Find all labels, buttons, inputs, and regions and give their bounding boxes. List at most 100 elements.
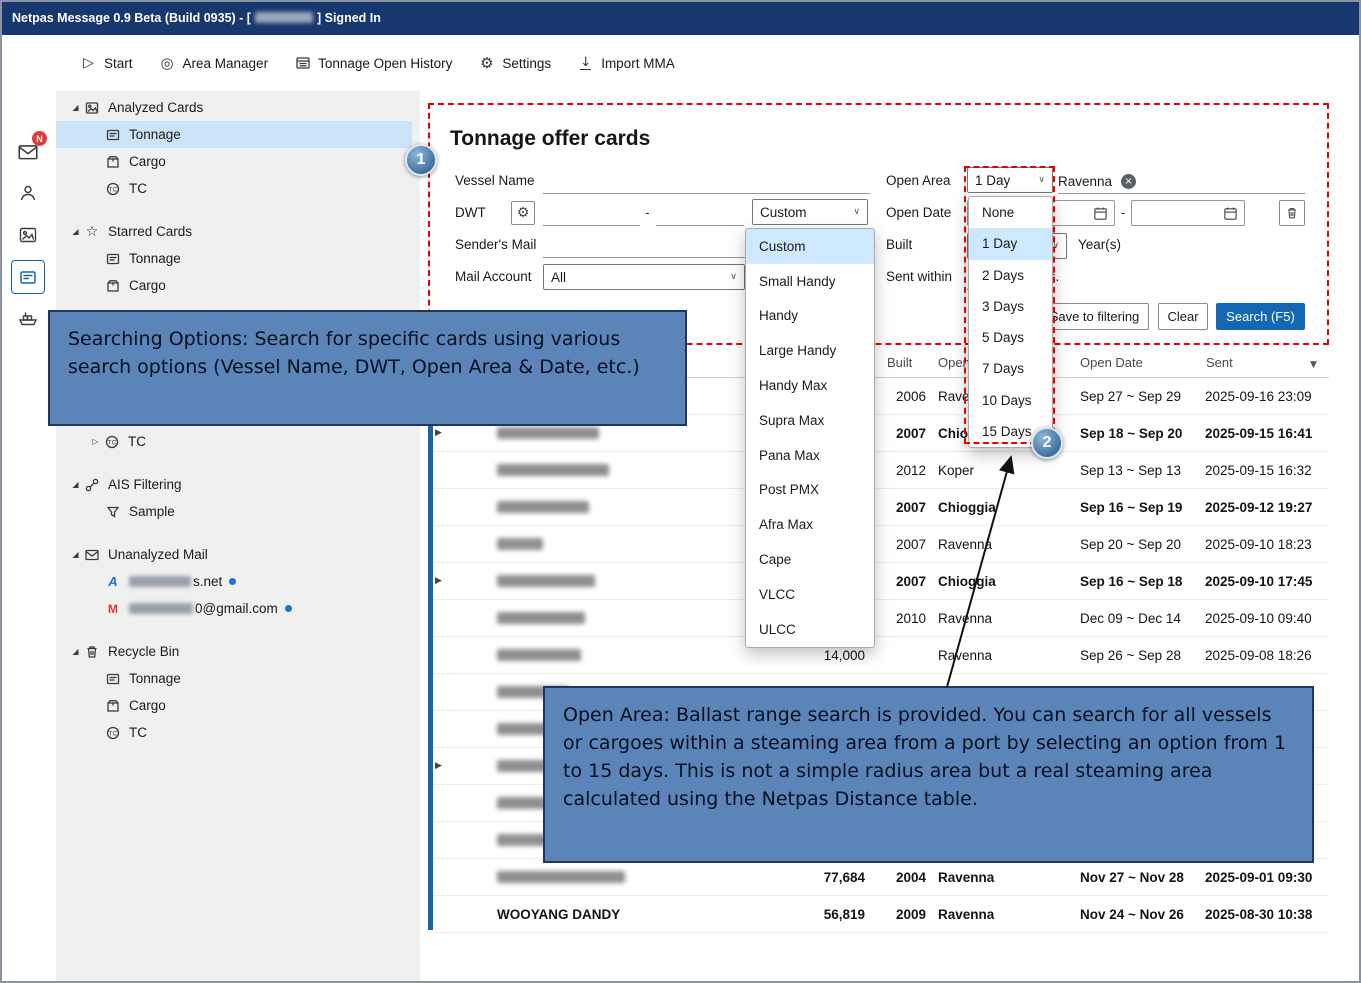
sidebar-item-tc[interactable]: ▷TCTC [56,428,412,455]
toolbar-area-manager[interactable]: ◎Area Manager [159,54,269,72]
dwt-preset-option-small-handy[interactable]: Small Handy [746,264,874,299]
dwt-preset-select[interactable]: Custom ∨ [752,199,868,225]
expanded-expander-icon[interactable]: ◢ [68,550,83,559]
toolbar-import-mma[interactable]: ↓Import MMA [577,56,675,71]
table-row[interactable]: 2012KoperSep 13 ~ Sep 132025-09-15 16:32 [433,452,1329,489]
expanded-expander-icon[interactable]: ◢ [68,480,83,489]
dwt-preset-option-large-handy[interactable]: Large Handy [746,333,874,368]
settings-icon: ⚙ [478,54,495,72]
sidebar-item-tc[interactable]: TCTC [56,175,412,202]
table-row[interactable]: 2007ChioggiaSep 16 ~ Sep 192025-09-12 19… [433,489,1329,526]
trash-icon [1285,206,1299,220]
senders-mail-label: Sender's Mail [455,237,536,252]
open-area-cell: Ravenna [938,637,992,673]
open-area-select[interactable]: 1 Day ∨ [967,167,1053,193]
redacted-account-prefix [129,576,191,587]
dwt-preset-option-handy-max[interactable]: Handy Max [746,368,874,403]
dwt-max-input[interactable] [656,202,744,226]
sidebar-item-starred-cards[interactable]: ◢☆Starred Cards [56,218,412,245]
row-expander-icon[interactable]: ▶ [435,748,442,784]
dwt-preset-option-custom[interactable]: Custom [746,229,874,264]
open-area-cell: Ravenna [938,859,994,895]
dwt-preset-option-supra-max[interactable]: Supra Max [746,403,874,438]
dwt-settings-button[interactable]: ⚙ [511,201,535,225]
open-area-option-2-days[interactable]: 2 Days [969,260,1052,291]
table-row[interactable]: 2007RavennaSep 20 ~ Sep 202025-09-10 18:… [433,526,1329,563]
table-row[interactable]: ▶2007ChioggiaSep 16 ~ Sep 182025-09-10 1… [433,563,1329,600]
mail-account-select[interactable]: All ∨ [543,264,745,290]
open-date-to-input[interactable] [1131,200,1245,226]
contacts-rail-button[interactable] [11,176,45,210]
sidebar-item-cargo[interactable]: Cargo [56,148,412,175]
sidebar-tree: ◢Analyzed CardsTonnageCargoTCTC◢☆Starred… [56,91,420,983]
cards-rail-button[interactable] [11,260,45,294]
open-area-option-1-day[interactable]: 1 Day [969,228,1052,259]
table-row[interactable]: 14,000RavennaSep 26 ~ Sep 282025-09-08 1… [433,637,1329,674]
sidebar-item-label: Tonnage [129,251,181,266]
sidebar-item-tonnage[interactable]: Tonnage [56,665,412,692]
column-header-open-date[interactable]: Open Date [1080,355,1143,370]
search-button[interactable]: Search (F5) [1216,303,1305,330]
dwt-preset-option-ulcc[interactable]: ULCC [746,612,874,647]
open-area-option-none[interactable]: None [969,197,1052,228]
a-logo-icon: A [104,574,122,589]
sidebar-item-tonnage[interactable]: Tonnage [56,121,412,148]
dwt-preset-option-afra-max[interactable]: Afra Max [746,507,874,542]
sidebar-item-0-gmail-com[interactable]: M0@gmail.com [56,595,412,622]
cargo-icon [104,278,122,294]
table-row[interactable]: 77,6842004RavennaNov 27 ~ Nov 282025-09-… [433,859,1329,896]
open-area-option-5-days[interactable]: 5 Days [969,322,1052,353]
open-area-option-3-days[interactable]: 3 Days [969,291,1052,322]
dwt-preset-option-handy[interactable]: Handy [746,299,874,334]
toolbar-tonnage-open-history[interactable]: Tonnage Open History [294,55,452,71]
vessel-name-input[interactable] [543,170,870,194]
remove-port-icon[interactable]: × [1121,174,1136,189]
dwt-min-input[interactable] [543,202,640,226]
row-expander-icon[interactable]: ▶ [435,563,442,599]
expanded-expander-icon[interactable]: ◢ [68,103,83,112]
vessel-rail-button[interactable] [11,301,45,335]
table-accent-bar [428,350,433,930]
open-area-option-7-days[interactable]: 7 Days [969,353,1052,384]
funnel-icon [104,504,122,520]
mail-rail-button[interactable]: N [11,135,45,169]
sidebar-item-tonnage[interactable]: Tonnage [56,245,412,272]
column-header-built[interactable]: Built [887,355,912,370]
date-separator: - [1121,205,1126,220]
calendar-icon [1093,206,1108,221]
open-date-cell: Sep 20 ~ Sep 20 [1080,526,1181,562]
expanded-expander-icon[interactable]: ◢ [68,647,83,656]
toolbar-label: Tonnage Open History [318,56,452,71]
open-area-port-field[interactable]: Ravenna × [1058,170,1305,194]
table-row[interactable]: 2010RavennaDec 09 ~ Dec 142025-09-10 09:… [433,600,1329,637]
collapsed-expander-icon[interactable]: ▷ [88,437,103,446]
sidebar-item-ais-filtering[interactable]: ◢AIS Filtering [56,471,412,498]
column-header-sent[interactable]: Sent [1206,355,1233,370]
open-area-option-10-days[interactable]: 10 Days [969,385,1052,416]
sidebar-item-label: Starred Cards [108,224,192,239]
sidebar-item-tc[interactable]: TCTC [56,719,412,746]
sidebar-item-unanalyzed-mail[interactable]: ◢Unanalyzed Mail [56,541,412,568]
dwt-preset-option-vlcc[interactable]: VLCC [746,577,874,612]
sort-desc-icon[interactable]: ▼ [1310,360,1317,370]
sidebar-item-cargo[interactable]: Cargo [56,272,412,299]
built-cell: 2007 [896,563,926,599]
toolbar-start[interactable]: ▷Start [80,55,133,71]
save-to-filtering-button[interactable]: Save to filtering [1040,303,1149,330]
toolbar-settings[interactable]: ⚙Settings [478,54,551,72]
sidebar-item-cargo[interactable]: Cargo [56,692,412,719]
table-row[interactable]: WOOYANG DANDY56,8192009RavennaNov 24 ~ N… [433,896,1329,933]
sidebar-item-s-net[interactable]: As.net [56,568,412,595]
expanded-expander-icon[interactable]: ◢ [68,227,83,236]
sidebar-item-sample[interactable]: Sample [56,498,412,525]
analyzed-mail-rail-button[interactable] [11,218,45,252]
sidebar-item-recycle-bin[interactable]: ◢Recycle Bin [56,638,412,665]
clear-dates-button[interactable] [1279,200,1305,226]
dwt-preset-option-cape[interactable]: Cape [746,542,874,577]
dwt-preset-option-post-pmx[interactable]: Post PMX [746,473,874,508]
open-area-cell: Chioggia [938,489,996,525]
dwt-preset-option-pana-max[interactable]: Pana Max [746,438,874,473]
clear-button[interactable]: Clear [1158,303,1208,330]
built-cell: 2006 [896,378,926,414]
sidebar-item-analyzed-cards[interactable]: ◢Analyzed Cards [56,94,412,121]
